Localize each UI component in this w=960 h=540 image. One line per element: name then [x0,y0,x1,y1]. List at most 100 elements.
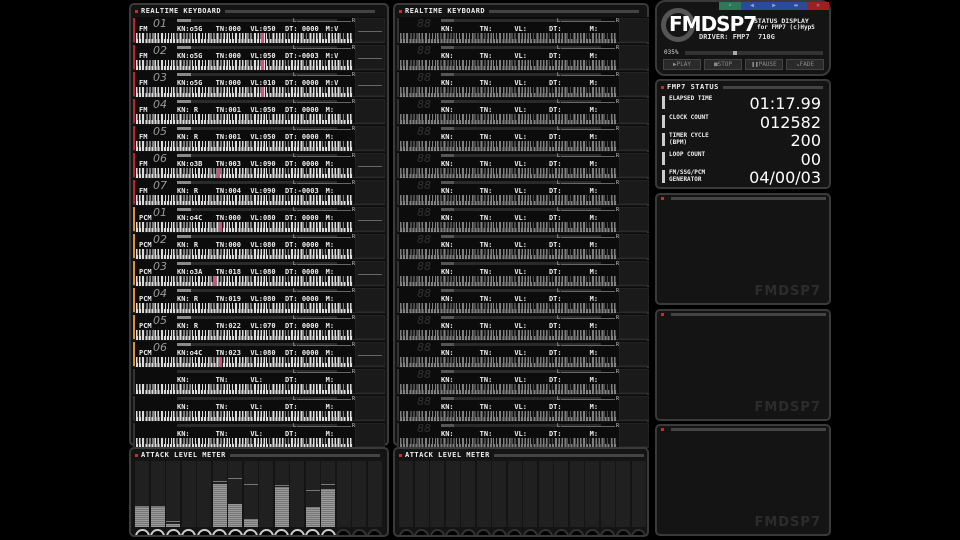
channel-row[interactable]: 88 LR KN: TN: VL: DT: M: [397,233,649,259]
piano-keyboard[interactable] [400,411,617,421]
channel-mute-knob[interactable] [165,529,181,535]
minimize-button[interactable]: ▬ [785,2,807,10]
stop-button[interactable]: ■STOP [704,59,742,70]
channel-row[interactable]: PCM 04 LR KN: R TN:019 VL:080 DT: 0000 M: [133,287,385,313]
channel-mute-knob[interactable] [305,529,320,535]
piano-keyboard[interactable] [400,33,617,43]
channel-row[interactable]: 88 LR KN: TN: VL: DT: M: [397,395,649,421]
piano-keyboard[interactable] [400,60,617,70]
channel-mute-knob[interactable] [212,529,227,535]
channel-mute-knob[interactable] [600,529,615,535]
piano-keyboard[interactable] [400,384,617,394]
channel-mute-knob[interactable] [150,529,165,535]
piano-keyboard[interactable] [400,168,617,178]
channel-mute-knob[interactable] [460,529,476,535]
piano-keyboard[interactable] [136,195,353,205]
channel-mute-knob[interactable] [398,529,414,535]
channel-row[interactable]: 88 LR KN: TN: VL: DT: M: [397,287,649,313]
channel-row[interactable]: PCM 05 LR KN: R TN:022 VL:070 DT: 0000 M: [133,314,385,340]
channel-row[interactable]: PCM 06 LR KN:o4C TN:023 VL:080 DT: 0000 M: [133,341,385,367]
channel-row[interactable]: 88 LR KN: TN: VL: DT: M: [397,179,649,205]
channel-mute-knob[interactable] [584,529,600,535]
channel-mute-knob[interactable] [553,529,569,535]
channel-row[interactable]: PCM 02 LR KN: R TN:000 VL:080 DT: 0000 M: [133,233,385,259]
channel-mute-knob[interactable] [631,529,646,535]
channel-row[interactable]: 88 LR KN: TN: VL: DT: M: [397,44,649,70]
channel-mute-knob[interactable] [367,529,382,535]
piano-keyboard[interactable] [136,249,353,259]
piano-keyboard[interactable] [136,141,353,151]
channel-row[interactable]: FM 07 LR KN: R TN:004 VL:090 DT:-0003 M: [133,179,385,205]
channel-row[interactable]: 88 LR KN: TN: VL: DT: M: [397,125,649,151]
next-button[interactable]: ▶ [763,2,785,10]
channel-mute-knob[interactable] [243,529,258,535]
piano-keyboard[interactable] [136,384,353,394]
channel-mute-knob[interactable] [414,529,429,535]
channel-row[interactable]: 88 LR KN: TN: VL: DT: M: [397,422,649,448]
piano-keyboard[interactable] [400,330,617,340]
channel-mute-knob[interactable] [445,529,460,535]
channel-row[interactable]: 88 LR KN: TN: VL: DT: M: [397,71,649,97]
piano-keyboard[interactable] [400,141,617,151]
piano-keyboard[interactable] [136,411,353,421]
channel-row[interactable]: 88 LR KN: TN: VL: DT: M: [397,314,649,340]
piano-keyboard[interactable] [136,276,353,286]
search-button[interactable]: ⌕ [719,2,741,10]
piano-keyboard[interactable] [136,357,353,367]
channel-row[interactable]: FM 05 LR KN: R TN:001 VL:050 DT: 0000 M: [133,125,385,151]
channel-mute-knob[interactable] [615,529,631,535]
channel-mute-knob[interactable] [569,529,584,535]
piano-keyboard[interactable] [400,303,617,313]
channel-mute-knob[interactable] [181,529,196,535]
piano-keyboard[interactable] [136,114,353,124]
piano-keyboard[interactable] [400,87,617,97]
piano-keyboard[interactable] [400,249,617,259]
channel-mute-knob[interactable] [227,529,243,535]
progress-bar[interactable] [685,51,823,55]
channel-row[interactable]: FM 06 LR KN:o3B TN:003 VL:090 DT: 0000 M: [133,152,385,178]
close-button[interactable]: ✕ [807,2,829,10]
channel-row[interactable]: 88 LR KN: TN: VL: DT: M: [397,17,649,43]
channel-mute-knob[interactable] [274,529,289,535]
channel-mute-knob[interactable] [320,529,336,535]
channel-row[interactable]: LR KN: TN: VL: DT: M: [133,368,385,394]
piano-keyboard[interactable] [136,60,353,70]
channel-row[interactable]: PCM 01 LR KN:o4C TN:000 VL:080 DT: 0000 M: [133,206,385,232]
channel-mute-knob[interactable] [134,529,150,535]
piano-keyboard[interactable] [136,303,353,313]
channel-row[interactable]: LR KN: TN: VL: DT: M: [133,422,385,448]
channel-mute-knob[interactable] [258,529,274,535]
channel-row[interactable]: 88 LR KN: TN: VL: DT: M: [397,341,649,367]
piano-keyboard[interactable] [400,276,617,286]
pause-button[interactable]: ❚❚PAUSE [745,59,783,70]
channel-row[interactable]: FM 03 LR KN:o5G TN:000 VL:010 DT: 0000 M:V [133,71,385,97]
piano-keyboard[interactable] [400,114,617,124]
channel-row[interactable]: FM 04 LR KN: R TN:001 VL:050 DT: 0000 M: [133,98,385,124]
channel-row[interactable]: PCM 03 LR KN:o3A TN:018 VL:080 DT: 0000 M: [133,260,385,286]
channel-mute-knob[interactable] [196,529,212,535]
channel-mute-knob[interactable] [507,529,522,535]
channel-row[interactable]: 88 LR KN: TN: VL: DT: M: [397,98,649,124]
channel-row[interactable]: FM 01 LR KN:o5G TN:000 VL:050 DT: 0000 M:V [133,17,385,43]
channel-mute-knob[interactable] [476,529,491,535]
channel-mute-knob[interactable] [491,529,507,535]
channel-mute-knob[interactable] [538,529,553,535]
channel-mute-knob[interactable] [336,529,351,535]
channel-row[interactable]: FM 02 LR KN:o5G TN:000 VL:050 DT:-0003 M:V [133,44,385,70]
play-button[interactable]: ▶PLAY [663,59,701,70]
channel-row[interactable]: 88 LR KN: TN: VL: DT: M: [397,152,649,178]
piano-keyboard[interactable] [400,222,617,232]
channel-mute-knob[interactable] [289,529,305,535]
channel-row[interactable]: 88 LR KN: TN: VL: DT: M: [397,206,649,232]
channel-row[interactable]: LR KN: TN: VL: DT: M: [133,395,385,421]
piano-keyboard[interactable] [400,195,617,205]
channel-row[interactable]: 88 LR KN: TN: VL: DT: M: [397,260,649,286]
piano-keyboard[interactable] [136,330,353,340]
piano-keyboard[interactable] [136,222,353,232]
piano-keyboard[interactable] [400,357,617,367]
piano-keyboard[interactable] [136,87,353,97]
channel-mute-knob[interactable] [522,529,538,535]
channel-mute-knob[interactable] [351,529,367,535]
piano-keyboard[interactable] [136,33,353,43]
fade-button[interactable]: ↘FADE [786,59,824,70]
